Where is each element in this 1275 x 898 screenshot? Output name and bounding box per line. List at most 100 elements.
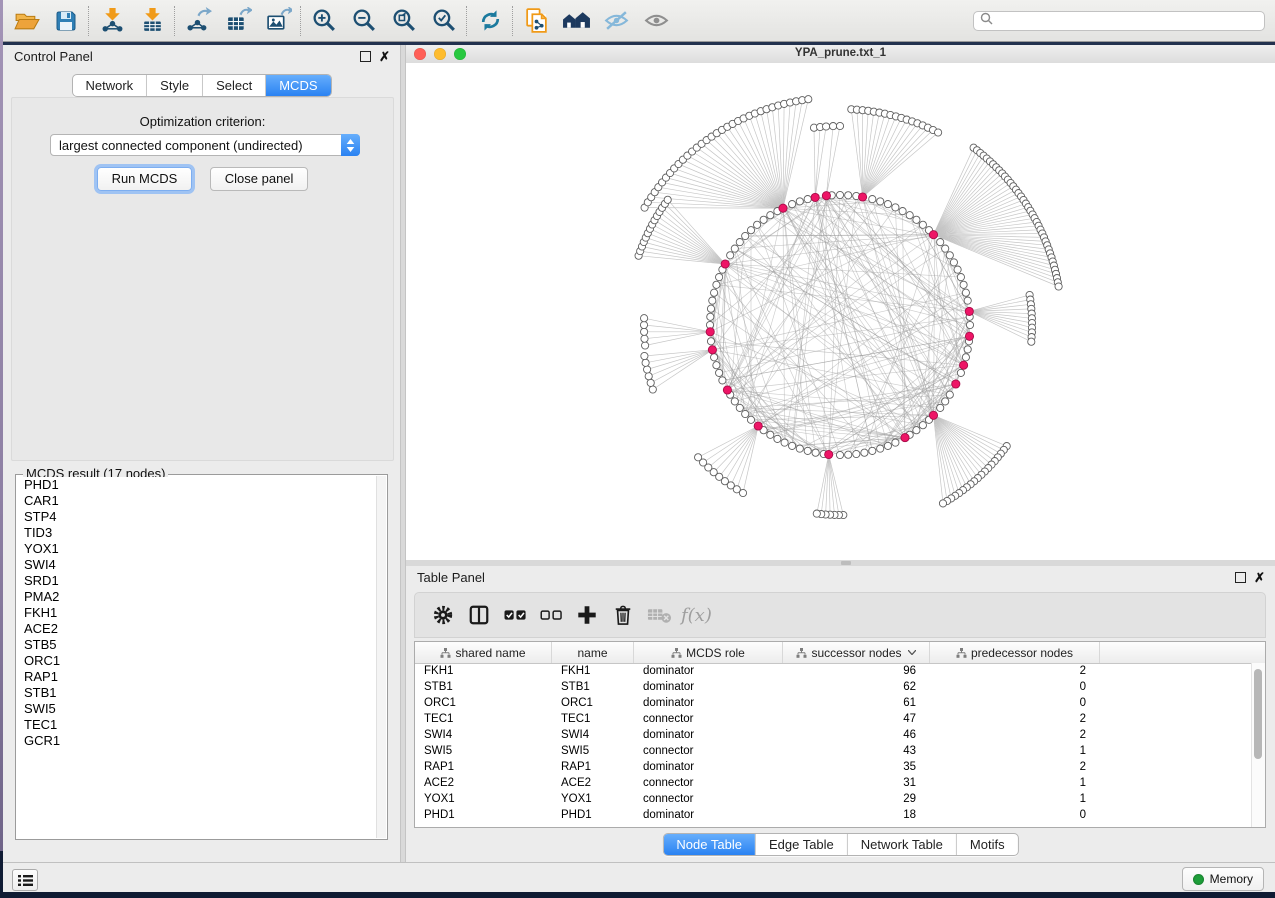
graph-node[interactable] <box>892 204 899 211</box>
tab-select[interactable]: Select <box>202 75 265 96</box>
graph-node[interactable] <box>647 379 654 386</box>
column-header-shared-name[interactable]: shared name <box>415 642 552 663</box>
table-row[interactable]: PHD1PHD1dominator180 <box>415 807 1252 823</box>
export-network-icon[interactable] <box>178 4 218 38</box>
open-icon[interactable] <box>6 4 46 38</box>
graph-dominator-node[interactable] <box>901 434 909 442</box>
graph-node[interactable] <box>709 297 716 304</box>
delete-icon[interactable] <box>605 597 641 633</box>
network-window-titlebar[interactable]: YPA_prune.txt_1 <box>406 45 1275 64</box>
graph-node[interactable] <box>869 447 876 454</box>
graph-dominator-node[interactable] <box>965 332 973 340</box>
mcds-result-item[interactable]: RAP1 <box>17 669 376 685</box>
graph-node[interactable] <box>919 221 926 228</box>
graph-node[interactable] <box>962 289 969 296</box>
graph-node[interactable] <box>754 221 761 228</box>
graph-node[interactable] <box>789 442 796 449</box>
graph-node[interactable] <box>707 305 714 312</box>
add-icon[interactable] <box>569 597 605 633</box>
split-view-icon[interactable] <box>461 597 497 633</box>
mcds-result-item[interactable]: ACE2 <box>17 621 376 637</box>
graph-node[interactable] <box>736 404 743 411</box>
mcds-result-item[interactable]: SWI4 <box>17 557 376 573</box>
search-box[interactable] <box>973 11 1265 31</box>
graph-node[interactable] <box>913 427 920 434</box>
graph-node[interactable] <box>796 198 803 205</box>
table-row[interactable]: ACE2ACE2connector311 <box>415 775 1252 791</box>
mcds-result-item[interactable]: ORC1 <box>17 653 376 669</box>
graph-node[interactable] <box>892 439 899 446</box>
mcds-result-item[interactable]: GCR1 <box>17 733 376 749</box>
graph-node[interactable] <box>946 252 953 259</box>
graph-node[interactable] <box>913 216 920 223</box>
graph-node[interactable] <box>966 321 973 328</box>
graph-node[interactable] <box>830 123 837 130</box>
show-all-icon[interactable] <box>636 4 676 38</box>
graph-dominator-node[interactable] <box>965 307 973 315</box>
zoom-out-icon[interactable] <box>344 4 384 38</box>
column-header-name[interactable]: name <box>552 642 634 663</box>
table-row[interactable]: TEC1TEC1connector472 <box>415 711 1252 727</box>
mcds-result-item[interactable]: SRD1 <box>17 573 376 589</box>
graph-dominator-node[interactable] <box>952 380 960 388</box>
graph-node[interactable] <box>804 447 811 454</box>
tab-network[interactable]: Network <box>72 75 146 96</box>
graph-dominator-node[interactable] <box>721 260 729 268</box>
deselect-all-icon[interactable] <box>533 597 569 633</box>
graph-node[interactable] <box>664 196 671 203</box>
sort-chevron-icon[interactable] <box>908 650 916 655</box>
graph-node[interactable] <box>899 208 906 215</box>
first-neighbors-icon[interactable] <box>556 4 596 38</box>
graph-node[interactable] <box>747 416 754 423</box>
mcds-result-item[interactable]: CAR1 <box>17 493 376 509</box>
graph-node[interactable] <box>641 315 648 322</box>
table-row[interactable]: SWI4SWI4dominator462 <box>415 727 1252 743</box>
tab-mcds[interactable]: MCDS <box>265 75 330 96</box>
select-all-icon[interactable] <box>497 597 533 633</box>
graph-dominator-node[interactable] <box>929 231 937 239</box>
mcds-result-item[interactable]: PHD1 <box>17 477 376 493</box>
tab-style[interactable]: Style <box>146 75 202 96</box>
graph-node[interactable] <box>845 451 852 458</box>
export-table-icon[interactable] <box>218 4 258 38</box>
mcds-result-item[interactable]: STP4 <box>17 509 376 525</box>
close-panel-icon[interactable]: ✗ <box>1254 573 1265 582</box>
column-header-mcds-role[interactable]: MCDS role <box>634 642 783 663</box>
graph-node[interactable] <box>884 442 891 449</box>
graph-node[interactable] <box>789 201 796 208</box>
graph-node[interactable] <box>937 239 944 246</box>
graph-node[interactable] <box>937 404 944 411</box>
graph-node[interactable] <box>919 422 926 429</box>
mcds-result-item[interactable]: FKH1 <box>17 605 376 621</box>
table-row[interactable]: ORC1ORC1dominator610 <box>415 695 1252 711</box>
graph-node[interactable] <box>877 198 884 205</box>
table-row[interactable]: RAP1RAP1dominator352 <box>415 759 1252 775</box>
graph-node[interactable] <box>954 266 961 273</box>
graph-node[interactable] <box>845 192 852 199</box>
graph-node[interactable] <box>644 366 651 373</box>
clone-network-icon[interactable] <box>516 4 556 38</box>
zoom-fit-icon[interactable] <box>384 4 424 38</box>
graph-node[interactable] <box>964 346 971 353</box>
mcds-result-item[interactable]: TEC1 <box>17 717 376 733</box>
graph-node[interactable] <box>742 410 749 417</box>
import-table-icon[interactable] <box>132 4 172 38</box>
graph-node[interactable] <box>711 289 718 296</box>
table-row[interactable]: YOX1YOX1connector291 <box>415 791 1252 807</box>
graph-node[interactable] <box>964 297 971 304</box>
graph-node[interactable] <box>812 449 819 456</box>
graph-node[interactable] <box>642 342 649 349</box>
table-row[interactable]: STB1STB1dominator620 <box>415 679 1252 695</box>
column-header-successor-nodes[interactable]: successor nodes <box>783 642 930 663</box>
refresh-icon[interactable] <box>470 4 510 38</box>
mcds-result-item[interactable]: TID3 <box>17 525 376 541</box>
graph-node[interactable] <box>736 239 743 246</box>
mcds-list-scrollbar[interactable] <box>376 476 386 838</box>
zoom-selected-icon[interactable] <box>424 4 464 38</box>
graph-node[interactable] <box>747 227 754 234</box>
graph-node[interactable] <box>713 362 720 369</box>
graph-node[interactable] <box>884 201 891 208</box>
graph-node[interactable] <box>767 212 774 219</box>
graph-node[interactable] <box>805 96 812 103</box>
close-panel-button[interactable]: Close panel <box>210 167 309 191</box>
